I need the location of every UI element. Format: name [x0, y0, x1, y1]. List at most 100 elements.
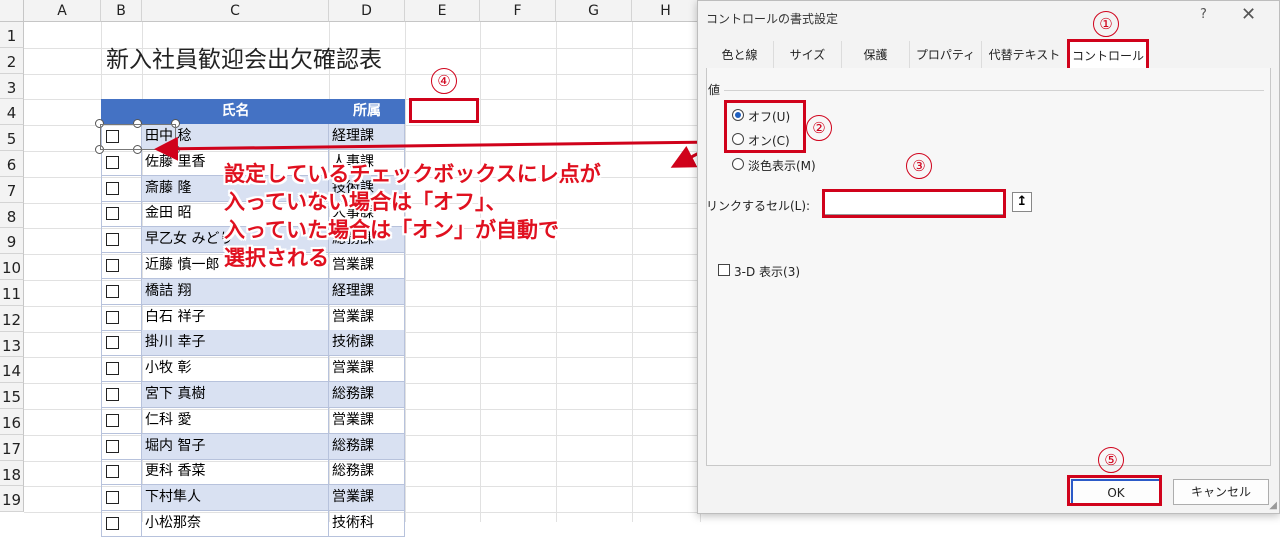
checkbox-cell: [101, 278, 142, 305]
marker-1: ①: [1093, 11, 1119, 37]
dept-cell[interactable]: 技術課: [329, 330, 405, 357]
attendance-checkbox[interactable]: [106, 517, 119, 530]
name-cell[interactable]: 橋詰 翔: [142, 278, 329, 305]
radio-mixed-label[interactable]: 淡色表示(M): [748, 157, 816, 174]
row-header[interactable]: 18: [0, 460, 24, 487]
row-header[interactable]: 15: [0, 383, 24, 409]
checkbox-cell: [101, 227, 142, 254]
dept-cell[interactable]: 総務課: [329, 459, 405, 486]
column-header[interactable]: C: [142, 0, 329, 22]
gridline: [480, 22, 481, 522]
attendance-checkbox[interactable]: [106, 388, 119, 401]
name-cell[interactable]: 宮下 真樹: [142, 382, 329, 408]
resize-grip-icon[interactable]: ◢: [1269, 500, 1277, 511]
attendance-checkbox[interactable]: [106, 284, 119, 298]
row-header[interactable]: 9: [0, 228, 24, 255]
attendance-checkbox[interactable]: [106, 336, 119, 350]
collapse-dialog-icon[interactable]: ↥: [1012, 192, 1032, 212]
annotation-line: 入っていた場合は「オン」が自動で: [224, 218, 559, 242]
dept-cell[interactable]: 技術科: [329, 511, 405, 537]
row-header[interactable]: 7: [0, 176, 24, 203]
attendance-checkbox[interactable]: [106, 439, 119, 453]
attendance-checkbox[interactable]: [106, 413, 119, 427]
header-dept: 所属: [329, 99, 405, 124]
name-cell[interactable]: 下村隼人: [142, 485, 329, 512]
dept-cell[interactable]: 経理課: [329, 124, 405, 150]
help-icon[interactable]: ?: [1200, 7, 1207, 22]
dept-cell[interactable]: 経理課: [329, 278, 405, 305]
attendance-checkbox[interactable]: [106, 465, 119, 479]
checkbox-selection-frame: [100, 124, 176, 150]
attendance-checkbox[interactable]: [106, 155, 119, 169]
name-cell[interactable]: 堀内 智子: [142, 433, 329, 460]
checkbox-cell: [101, 175, 142, 202]
checkbox-cell: [101, 459, 142, 486]
dept-cell[interactable]: 営業課: [329, 356, 405, 383]
row-header[interactable]: 17: [0, 434, 24, 461]
row-header[interactable]: 16: [0, 409, 24, 435]
attendance-checkbox[interactable]: [106, 207, 119, 221]
gridline: [632, 22, 633, 522]
row-header[interactable]: 10: [0, 254, 24, 280]
attendance-checkbox[interactable]: [106, 310, 119, 324]
name-cell[interactable]: 白石 祥子: [142, 304, 329, 331]
row-header[interactable]: 3: [0, 73, 24, 100]
row-header[interactable]: 13: [0, 331, 24, 358]
column-header[interactable]: D: [329, 0, 405, 22]
marker-4: ④: [431, 68, 457, 94]
format-control-dialog[interactable]: コントロールの書式設定 ? ✕ 色と線 サイズ 保護 プロパティ 代替テキスト …: [697, 0, 1280, 514]
row-header[interactable]: 14: [0, 357, 24, 384]
name-cell[interactable]: 更科 香菜: [142, 459, 329, 486]
checkbox-cell: [101, 330, 142, 357]
row-header[interactable]: 4: [0, 99, 24, 126]
tab-properties[interactable]: プロパティ: [910, 41, 982, 69]
tab-colors-lines[interactable]: 色と線: [706, 41, 774, 69]
dept-cell[interactable]: 営業課: [329, 407, 405, 434]
row-header[interactable]: 5: [0, 125, 24, 151]
attendance-checkbox[interactable]: [106, 491, 119, 505]
attendance-checkbox[interactable]: [106, 259, 119, 272]
checkbox-cell: [101, 382, 142, 408]
row-header[interactable]: 12: [0, 305, 24, 332]
dept-cell[interactable]: 営業課: [329, 304, 405, 331]
attendance-checkbox[interactable]: [106, 233, 119, 247]
row-header[interactable]: 19: [0, 486, 24, 513]
row-header[interactable]: 2: [0, 47, 24, 74]
3d-shading-checkbox[interactable]: [718, 264, 730, 276]
dialog-title: コントロールの書式設定: [706, 12, 839, 26]
dept-cell[interactable]: 総務課: [329, 433, 405, 460]
name-cell[interactable]: 仁科 愛: [142, 407, 329, 434]
radio-mixed[interactable]: [732, 158, 744, 170]
spreadsheet[interactable]: ABCDEFGH 1 2 3 4 5 6 7 8 9 10 11 12 13 14 15 16 17 18 19 新…: [0, 0, 704, 537]
column-header[interactable]: G: [556, 0, 632, 22]
tab-bar: 色と線 サイズ 保護 プロパティ 代替テキスト コントロール: [706, 41, 1271, 69]
cancel-button[interactable]: キャンセル: [1173, 479, 1269, 505]
column-header[interactable]: A: [24, 0, 101, 22]
column-header[interactable]: H: [632, 0, 700, 22]
attendance-checkbox[interactable]: [106, 362, 119, 376]
tab-protection[interactable]: 保護: [842, 41, 910, 69]
checkbox-cell: [101, 511, 142, 537]
attendance-checkbox[interactable]: [106, 181, 119, 195]
name-cell[interactable]: 掛川 幸子: [142, 330, 329, 357]
column-header[interactable]: F: [480, 0, 556, 22]
marker-2: ②: [806, 115, 832, 141]
name-cell[interactable]: 小松那奈: [142, 511, 329, 537]
close-icon[interactable]: ✕: [1241, 4, 1256, 25]
column-header[interactable]: E: [405, 0, 480, 22]
gridline: [405, 22, 406, 522]
row-header[interactable]: 1: [0, 22, 24, 48]
link-target-cell-highlight[interactable]: [409, 98, 479, 123]
dept-cell[interactable]: 総務課: [329, 382, 405, 408]
tab-size[interactable]: サイズ: [774, 41, 842, 69]
select-all-corner[interactable]: [0, 0, 24, 22]
tab-alt-text[interactable]: 代替テキスト: [982, 41, 1068, 69]
column-header[interactable]: B: [101, 0, 142, 22]
3d-shading-label[interactable]: 3-D 表示(3): [734, 263, 800, 280]
checkbox-cell: [101, 253, 142, 279]
row-header[interactable]: 8: [0, 202, 24, 229]
row-header[interactable]: 11: [0, 280, 24, 306]
dept-cell[interactable]: 営業課: [329, 485, 405, 512]
row-header[interactable]: 6: [0, 151, 24, 177]
name-cell[interactable]: 小牧 彰: [142, 356, 329, 383]
